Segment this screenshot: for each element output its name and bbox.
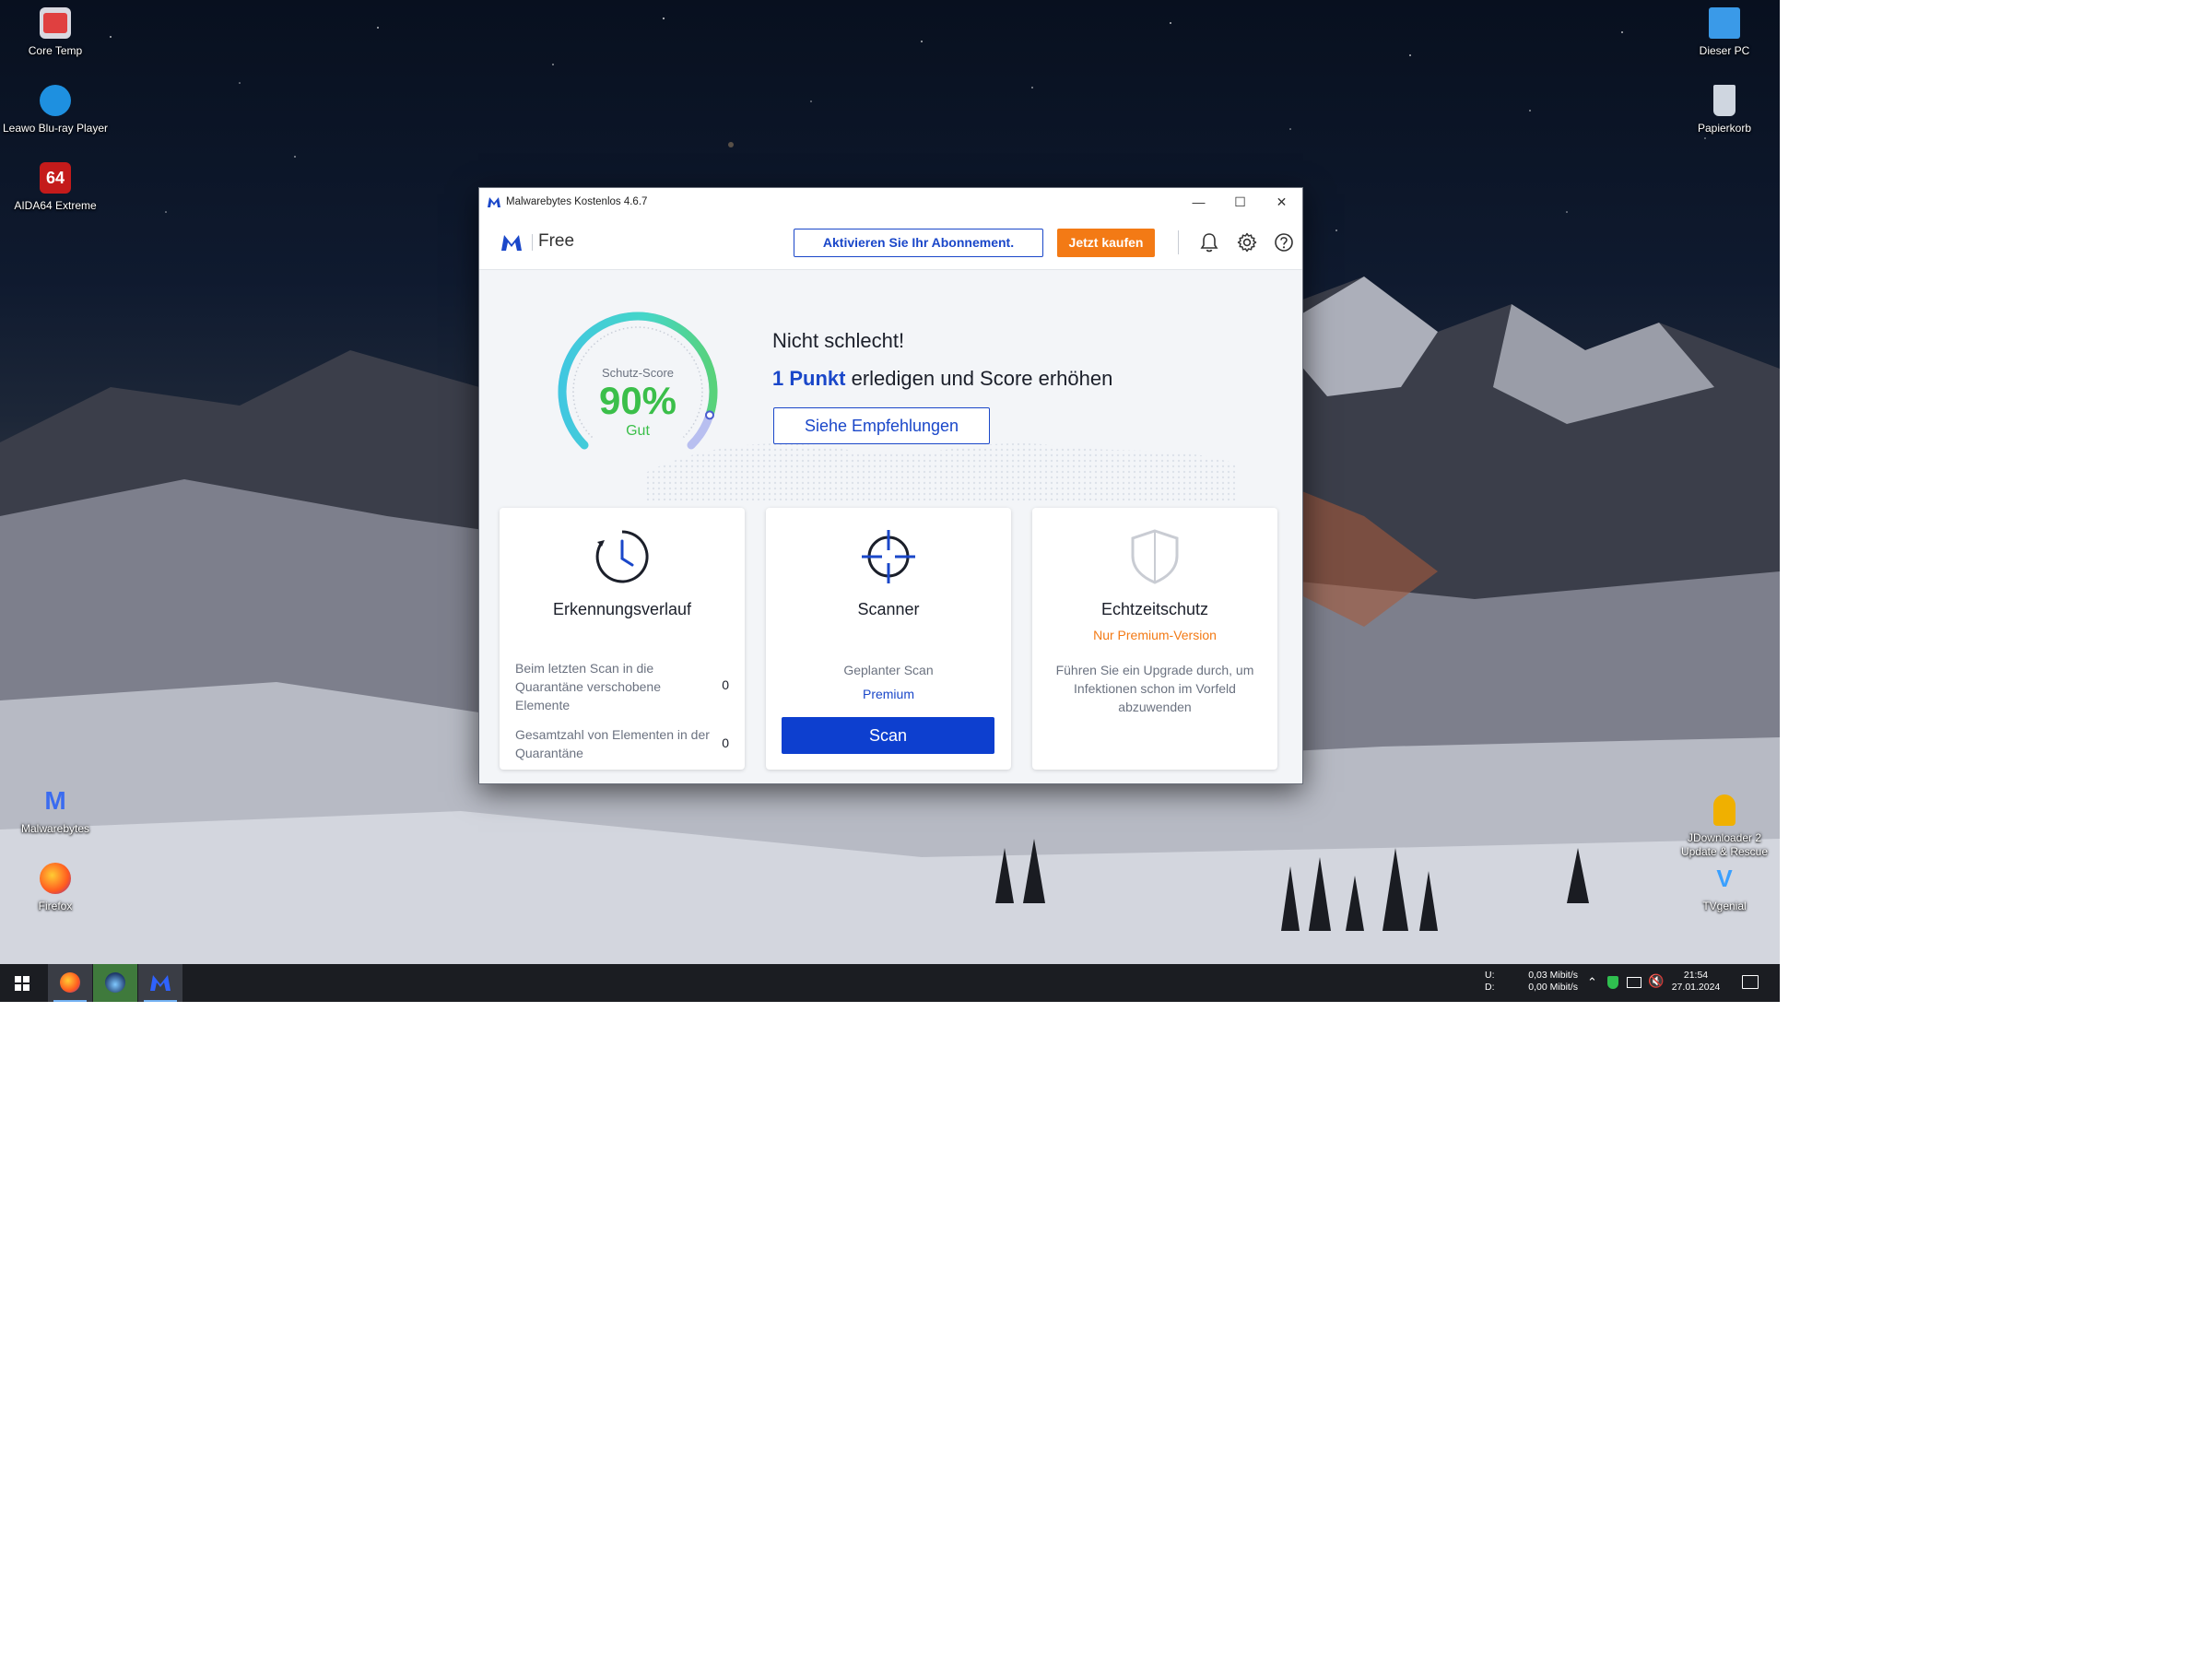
firefox-icon: [40, 863, 71, 894]
net-labels: U: D:: [1485, 970, 1495, 994]
bell-icon[interactable]: [1200, 232, 1218, 253]
history-row2-label: Gesamtzahl von Elementen in der Quarantä…: [515, 727, 710, 760]
scheduled-scan-label: Geplanter Scan: [843, 663, 934, 677]
taskbar-app-2[interactable]: [93, 964, 137, 1002]
score-value: 90%: [598, 379, 677, 422]
window-title: Malwarebytes Kostenlos 4.6.7: [506, 196, 648, 207]
desktop-icon-leawo[interactable]: Leawo Blu-ray Player: [0, 85, 111, 135]
minimize-button[interactable]: —: [1178, 188, 1219, 216]
app-circle-icon: [105, 972, 125, 993]
scanner-title: Scanner: [857, 600, 920, 618]
leawo-icon: [40, 85, 71, 116]
net-down-label: D:: [1485, 982, 1495, 993]
history-row1-value: 0: [722, 677, 729, 692]
malwarebytes-window: Malwarebytes Kostenlos 4.6.7 — ☐ ✕ Free …: [478, 187, 1303, 784]
shield-icon: [1131, 529, 1179, 584]
history-row1-label: Beim letzten Scan in die Quarantäne vers…: [515, 661, 661, 712]
malwarebytes-brand-icon: [501, 235, 522, 251]
malwarebytes-taskbar-icon: [150, 975, 171, 991]
gauge-marker: [704, 410, 714, 420]
net-up-value: 0,03 Mibit/s: [1528, 970, 1578, 981]
start-button[interactable]: [0, 964, 44, 1002]
clock-history-icon: [595, 530, 649, 583]
dashboard: Schutz-Score 90% Gut Nicht schlecht! 1 P…: [479, 270, 1302, 783]
desktop-icon-this-pc[interactable]: Dieser PC: [1669, 7, 1780, 58]
premium-only-label: Nur Premium-Version: [1093, 628, 1217, 642]
app-header: Free Aktivieren Sie Ihr Abonnement. Jetz…: [479, 216, 1302, 270]
realtime-title: Echtzeitschutz: [1100, 600, 1209, 618]
desktop-icon-malwarebytes[interactable]: M Malwarebytes: [0, 785, 111, 836]
desktop-icon-recycle-bin[interactable]: Papierkorb: [1669, 85, 1780, 135]
score-caption: Schutz-Score: [601, 366, 675, 380]
taskbar-firefox[interactable]: [48, 964, 92, 1002]
buy-now-button[interactable]: Jetzt kaufen: [1057, 229, 1155, 257]
network-icon[interactable]: [1627, 977, 1641, 988]
notification-icon[interactable]: [1742, 975, 1759, 989]
score-improve-text: 1 Punkt erledigen und Score erhöhen: [772, 367, 1112, 391]
firefox-icon: [60, 972, 80, 993]
history-row2-value: 0: [722, 735, 729, 750]
desktop-icon-core-temp[interactable]: Core Temp: [0, 7, 111, 58]
desktop-icon-aida64[interactable]: 64 AIDA64 Extreme: [0, 162, 111, 213]
desktop-icon-tvgenial[interactable]: V TVgenial: [1669, 863, 1780, 913]
windows-start-icon: [15, 976, 29, 991]
see-recommendations-button[interactable]: Siehe Empfehlungen: [773, 407, 990, 444]
net-up-label: U:: [1485, 970, 1495, 981]
score-headline: Nicht schlecht!: [772, 329, 905, 352]
malwarebytes-icon: M: [44, 786, 66, 815]
maximize-button[interactable]: ☐: [1219, 188, 1261, 216]
speaker-muted-icon[interactable]: 🔇: [1648, 973, 1664, 989]
jdownloader-icon: [1713, 794, 1735, 826]
desktop: Core Temp Leawo Blu-ray Player 64 AIDA64…: [0, 0, 1780, 1002]
malwarebytes-logo-icon: [488, 197, 500, 207]
score-rating: Gut: [626, 423, 650, 439]
tvgenial-icon: V: [1716, 865, 1733, 892]
security-shield-icon[interactable]: [1607, 976, 1618, 989]
taskbar-malwarebytes[interactable]: [138, 964, 182, 1002]
recycle-bin-icon: [1713, 85, 1735, 116]
card-scanner[interactable]: Scanner Geplanter Scan Premium Scan: [766, 508, 1011, 770]
net-down-value: 0,00 Mibit/s: [1528, 982, 1578, 993]
help-icon[interactable]: [1274, 232, 1294, 253]
edition-label: Free: [538, 231, 575, 251]
header-divider: [532, 234, 533, 251]
clock-time: 21:54: [1683, 970, 1709, 981]
header-divider-2: [1178, 230, 1179, 254]
aida64-icon: 64: [40, 162, 71, 194]
points-rest: erledigen und Score erhöhen: [851, 367, 1113, 390]
points-highlight[interactable]: 1 Punkt: [772, 367, 845, 390]
core-temp-icon: [40, 7, 71, 39]
gear-icon[interactable]: [1237, 232, 1257, 253]
clock-date: 27.01.2024: [1671, 982, 1721, 993]
chevron-up-icon[interactable]: ⌃: [1587, 975, 1597, 990]
premium-link[interactable]: Premium: [766, 687, 1011, 701]
realtime-description: Führen Sie ein Upgrade durch, um Infekti…: [1055, 663, 1254, 714]
close-button[interactable]: ✕: [1261, 188, 1302, 216]
clock[interactable]: 21:54 27.01.2024: [1670, 970, 1722, 994]
crosshair-icon: [862, 530, 915, 583]
card-detection-history[interactable]: Erkennungsverlauf Beim letzten Scan in d…: [500, 508, 745, 770]
desktop-icon-jdownloader[interactable]: JDownloader 2 Update & Rescue: [1669, 794, 1780, 859]
activate-subscription-button[interactable]: Aktivieren Sie Ihr Abonnement.: [794, 229, 1043, 257]
history-title: Erkennungsverlauf: [552, 600, 692, 618]
desktop-icon-firefox[interactable]: Firefox: [0, 863, 111, 913]
net-speed: 0,03 Mibit/s 0,00 Mibit/s: [1521, 970, 1578, 994]
world-map-background: [645, 442, 1235, 500]
taskbar: U: D: 0,03 Mibit/s 0,00 Mibit/s ⌃ 🔇 21:5…: [0, 964, 1780, 1002]
card-realtime-protection[interactable]: Echtzeitschutz Nur Premium-Version Führe…: [1032, 508, 1277, 770]
scan-button[interactable]: Scan: [782, 717, 994, 754]
this-pc-icon: [1709, 7, 1740, 39]
window-titlebar[interactable]: Malwarebytes Kostenlos 4.6.7 — ☐ ✕: [479, 188, 1302, 216]
